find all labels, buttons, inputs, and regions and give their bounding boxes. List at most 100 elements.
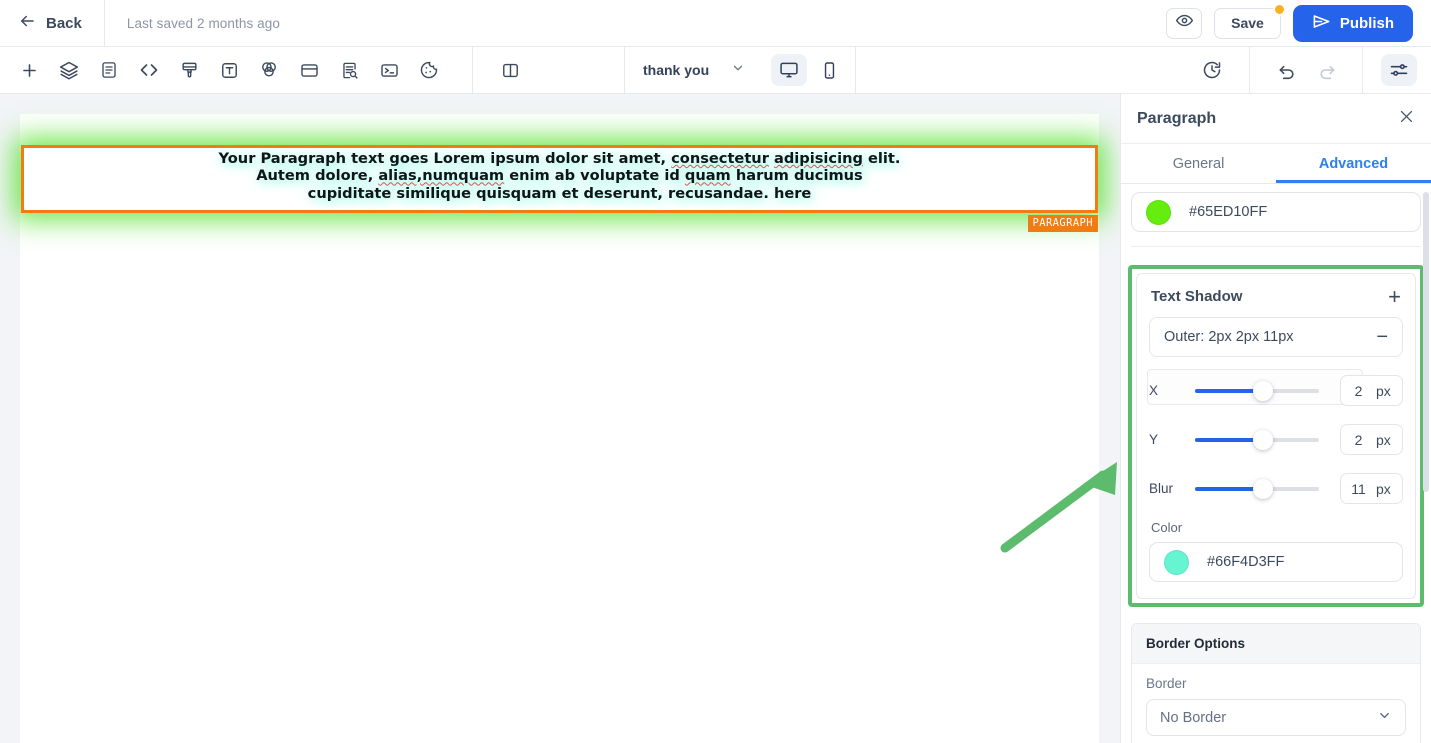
unsaved-changes-badge (1272, 2, 1286, 16)
page-sheet: Your Paragraph text goes Lorem ipsum dol… (20, 114, 1099, 743)
page-selector-label: thank you (643, 62, 710, 78)
editor-toolbar: thank you (0, 46, 1431, 94)
text-color-swatch[interactable] (1146, 199, 1171, 225)
toolbar-tools (0, 47, 446, 94)
shadow-color-value: #66F4D3FF (1207, 554, 1285, 570)
text-icon[interactable] (212, 53, 246, 87)
border-options-body: Border No Border (1132, 664, 1420, 743)
shadow-blur-slider-thumb[interactable] (1253, 478, 1274, 499)
text-shadow-item-label: Outer: 2px 2px 11px (1164, 329, 1294, 345)
plus-icon[interactable]: + (1388, 285, 1401, 307)
history-clock-icon[interactable] (1195, 53, 1229, 87)
panel-scrollbar[interactable] (1423, 192, 1429, 492)
layers-icon[interactable] (52, 53, 86, 87)
last-saved-text: Last saved 2 months ago (126, 15, 281, 31)
text-color-section: #65ED10FF (1131, 192, 1421, 232)
shadow-blur-unit: px (1376, 480, 1391, 497)
shadow-color-swatch[interactable] (1164, 549, 1189, 575)
shadow-x-unit: px (1376, 382, 1391, 399)
device-toggle-group (763, 54, 855, 86)
chevron-down-icon (1377, 708, 1392, 727)
editor-canvas: Your Paragraph text goes Lorem ipsum dol… (0, 94, 1120, 743)
add-icon[interactable] (12, 53, 46, 87)
element-type-badge: PARAGRAPH (1027, 215, 1098, 232)
cookie-icon[interactable] (412, 53, 446, 87)
close-icon[interactable] (1398, 108, 1415, 130)
shadow-blur-value: 11 (1351, 480, 1366, 497)
paragraph-line-3: cupiditate similique quisquam et deserun… (307, 184, 812, 202)
shadow-y-slider-thumb[interactable] (1253, 429, 1274, 450)
text-color-field[interactable]: #65ED10FF (1131, 192, 1421, 232)
divider (1249, 46, 1250, 94)
shadow-y-value: 2 (1354, 431, 1363, 448)
divider (472, 46, 473, 94)
top-bar-actions: Save Publish (1166, 2, 1413, 42)
tab-general[interactable]: General (1121, 144, 1276, 183)
preview-button[interactable] (1166, 7, 1203, 39)
seo-icon[interactable] (332, 53, 366, 87)
shadow-y-input[interactable]: 2 px (1340, 424, 1403, 455)
toolbar-right-tools (1195, 46, 1431, 94)
code-icon[interactable] (132, 53, 166, 87)
shadow-blur-label: Blur (1149, 481, 1174, 496)
shadow-y-row: Y 2 px (1149, 424, 1403, 455)
mobile-icon[interactable] (811, 54, 847, 86)
arrow-left-icon (18, 12, 36, 35)
shadow-x-input[interactable]: 2 px (1340, 375, 1403, 406)
text-color-value: #65ED10FF (1189, 204, 1268, 220)
chevron-down-icon (731, 61, 745, 80)
border-select[interactable]: No Border (1146, 699, 1406, 736)
shadow-x-slider-thumb[interactable] (1253, 380, 1274, 401)
panel-header: Paragraph (1121, 94, 1431, 144)
color-blend-icon[interactable] (252, 53, 286, 87)
border-select-value: No Border (1160, 709, 1227, 726)
divider (1362, 46, 1363, 94)
page-selector[interactable]: thank you (625, 61, 763, 80)
back-button[interactable]: Back (18, 12, 82, 35)
redo-icon[interactable] (1310, 53, 1344, 87)
shadow-color-label: Color (1151, 520, 1183, 535)
shadow-x-value: 2 (1354, 382, 1363, 399)
shadow-blur-row: Blur 11 px (1149, 473, 1403, 504)
save-label: Save (1231, 15, 1264, 31)
shadow-x-label: X (1149, 383, 1159, 398)
panel-body: #65ED10FF Text Shadow + Outer: 2px 2px 1… (1121, 184, 1431, 743)
border-options-title: Border Options (1132, 624, 1420, 664)
publish-button[interactable]: Publish (1292, 4, 1413, 42)
undo-icon[interactable] (1270, 53, 1304, 87)
desktop-icon[interactable] (771, 54, 808, 86)
brush-icon[interactable] (172, 53, 206, 87)
shadow-y-slider[interactable] (1195, 429, 1319, 450)
top-bar: Back Last saved 2 months ago Save Publis… (0, 0, 1431, 47)
minus-icon[interactable]: − (1376, 327, 1388, 347)
panel-tabs: General Advanced (1121, 144, 1431, 184)
shadow-blur-input[interactable]: 11 px (1340, 473, 1403, 504)
paragraph-line-2: Autem dolore, alias,numquam enim ab volu… (256, 167, 863, 185)
text-shadow-item[interactable]: Outer: 2px 2px 11px − (1149, 317, 1403, 357)
terminal-icon[interactable] (372, 53, 406, 87)
border-options-card: Border Options Border No Border (1131, 623, 1421, 743)
divider (103, 0, 105, 47)
save-button[interactable]: Save (1214, 2, 1286, 39)
tab-advanced[interactable]: Advanced (1276, 144, 1431, 183)
paragraph-line-1: Your Paragraph text goes Lorem ipsum dol… (218, 150, 901, 167)
divider (1131, 246, 1421, 247)
split-panel-icon[interactable] (493, 53, 527, 87)
text-shadow-header: Text Shadow + (1149, 285, 1403, 317)
page-icon[interactable] (92, 53, 126, 87)
shadow-blur-slider[interactable] (1195, 478, 1319, 499)
divider (855, 46, 857, 94)
paragraph-element[interactable]: Your Paragraph text goes Lorem ipsum dol… (21, 145, 1098, 232)
shadow-x-row: X 2 px (1147, 369, 1403, 406)
shadow-y-unit: px (1376, 431, 1391, 448)
publish-label: Publish (1339, 14, 1394, 32)
back-label: Back (46, 14, 82, 32)
eye-icon (1175, 12, 1193, 34)
sliders-icon[interactable] (1381, 54, 1417, 86)
paragraph-text: Your Paragraph text goes Lorem ipsum dol… (24, 148, 1095, 202)
container-icon[interactable] (292, 53, 326, 87)
shadow-x-slider[interactable] (1195, 380, 1319, 401)
send-icon (1312, 12, 1331, 35)
text-shadow-card: Text Shadow + Outer: 2px 2px 11px − X 2 (1136, 273, 1416, 599)
shadow-color-field[interactable]: #66F4D3FF (1149, 542, 1403, 582)
